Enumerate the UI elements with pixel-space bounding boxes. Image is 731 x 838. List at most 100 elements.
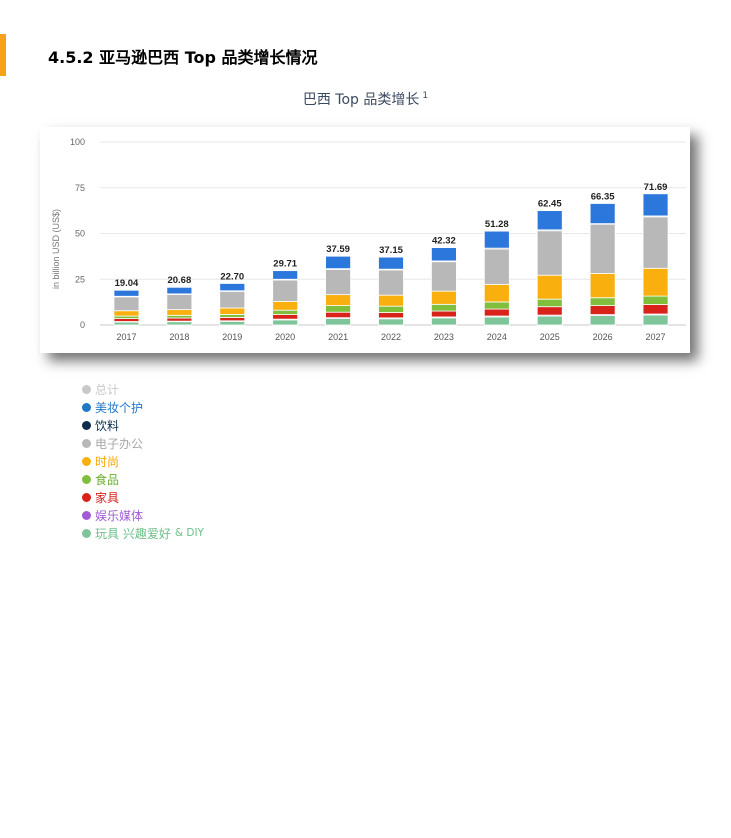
bar-segment <box>272 279 299 302</box>
legend-item[interactable]: 美妆个护 <box>82 398 204 416</box>
bar-segment <box>642 193 669 217</box>
bar-segment <box>166 309 193 316</box>
bar-segment <box>325 268 351 296</box>
x-tick-label: 2019 <box>222 332 242 342</box>
x-tick-label: 2023 <box>434 332 454 342</box>
bar-segment <box>378 256 404 270</box>
total-value-label: 20.68 <box>167 275 191 286</box>
total-value-label: 37.59 <box>326 244 350 255</box>
legend-label: 娱乐媒体 <box>95 508 144 523</box>
bar-segment <box>431 247 457 262</box>
bar-segment <box>272 309 299 315</box>
y-axis-ticks: 0 25 50 75 100 <box>70 137 85 330</box>
legend-label: 食品 <box>95 472 120 487</box>
bar-segment <box>378 305 404 313</box>
bar-segment <box>325 294 351 307</box>
bar-segment <box>589 272 616 299</box>
bar-segment <box>642 304 669 315</box>
stacked-bar-chart: 0 25 50 75 100 19.04 20.68 22.70 29.71 37.59 37.1… <box>51 137 686 342</box>
total-value-label: 29.71 <box>273 259 297 270</box>
y-tick-label: 50 <box>75 229 85 239</box>
legend-label: 电子办公 <box>95 436 144 451</box>
section-heading: 4.5.2 亚马逊巴西 Top 品类增长情况 <box>48 48 318 67</box>
legend-item[interactable]: 玩具 兴趣爱好 & DIY <box>82 524 204 542</box>
bar-segment <box>272 314 299 320</box>
total-value-label: 42.32 <box>432 236 456 247</box>
total-value-label: 62.45 <box>538 199 562 210</box>
bar-segment <box>589 297 616 307</box>
bar-segment <box>272 270 299 280</box>
total-value-label: 19.04 <box>115 278 139 289</box>
legend-label: 美妆个护 <box>95 400 144 415</box>
legend-dot-icon <box>82 420 91 430</box>
total-value-label: 71.69 <box>644 182 668 193</box>
legend-item[interactable]: 家具 <box>82 488 204 506</box>
legend-item[interactable]: 电子办公 <box>82 434 204 452</box>
bars <box>113 193 669 326</box>
y-tick-label: 0 <box>80 320 85 330</box>
bar-segment <box>219 307 246 315</box>
legend-item[interactable]: 饮料 <box>82 416 204 434</box>
bar-segment <box>325 305 351 313</box>
bar-segment <box>483 248 510 285</box>
bar-segment <box>325 318 351 326</box>
bar-segment <box>642 295 669 305</box>
total-value-label: 66.35 <box>591 192 615 203</box>
legend-label: 饮料 <box>95 418 120 433</box>
chart-title-text: 巴西 Top 品类增长 <box>302 92 420 108</box>
bar-segment <box>325 255 351 270</box>
bar-segment <box>378 294 404 307</box>
bar-segment <box>219 320 246 326</box>
y-tick-label: 25 <box>75 274 85 284</box>
bar-segment <box>431 317 457 326</box>
x-axis-ticks: 2017 2018 2019 2020 2021 2022 2023 2024 2025 2026… <box>116 332 665 342</box>
legend-item[interactable]: 总计 <box>82 380 204 398</box>
legend-dot-icon <box>82 402 91 412</box>
bar-segment <box>219 317 246 322</box>
legend-item[interactable]: 娱乐媒体 <box>82 506 204 524</box>
section-accent-bar <box>0 34 6 76</box>
bar-segment <box>642 216 669 269</box>
legend-label-suffix: & DIY <box>174 527 204 539</box>
x-tick-label: 2018 <box>169 332 189 342</box>
x-tick-label: 2026 <box>593 332 613 342</box>
bar-segment <box>536 210 563 231</box>
bar-segment <box>431 310 457 318</box>
bar-segment <box>113 318 140 322</box>
bar-segment <box>219 283 246 292</box>
bar-segment <box>272 319 299 326</box>
y-axis-label: in billion USD (US$) <box>51 209 61 289</box>
total-value-label: 51.28 <box>485 219 509 230</box>
bar-segment <box>166 294 193 311</box>
chart-title: 巴西 Top 品类增长 1 <box>0 89 731 109</box>
x-tick-label: 2017 <box>116 332 136 342</box>
bar-segment <box>113 296 140 312</box>
legend-dot-icon <box>82 528 91 538</box>
legend-dot-icon <box>82 510 91 520</box>
legend-label: 时尚 <box>95 454 120 469</box>
legend-item[interactable]: 食品 <box>82 470 204 488</box>
bar-segment <box>536 315 563 326</box>
bar-segment <box>483 308 510 317</box>
bar-segment <box>483 283 510 303</box>
bar-segment <box>642 267 669 297</box>
legend-item[interactable]: 时尚 <box>82 452 204 470</box>
bar-segment <box>431 290 457 305</box>
bar-segment <box>113 310 140 317</box>
bar-segment <box>378 318 404 326</box>
bar-segment <box>378 269 404 296</box>
bar-segment <box>642 314 669 326</box>
bar-segment <box>483 230 510 249</box>
bar-segment <box>113 289 140 297</box>
total-value-label: 22.70 <box>220 271 244 282</box>
bar-segment <box>166 321 193 326</box>
bar-segment <box>483 301 510 310</box>
legend-label: 玩具 兴趣爱好 <box>95 526 171 541</box>
bar-segment <box>483 316 510 326</box>
bar-segment <box>325 311 351 319</box>
bar-segment <box>589 224 616 274</box>
bar-segment <box>166 286 193 295</box>
x-tick-label: 2021 <box>328 332 348 342</box>
bar-segment <box>536 306 563 316</box>
bar-segment <box>166 314 193 319</box>
